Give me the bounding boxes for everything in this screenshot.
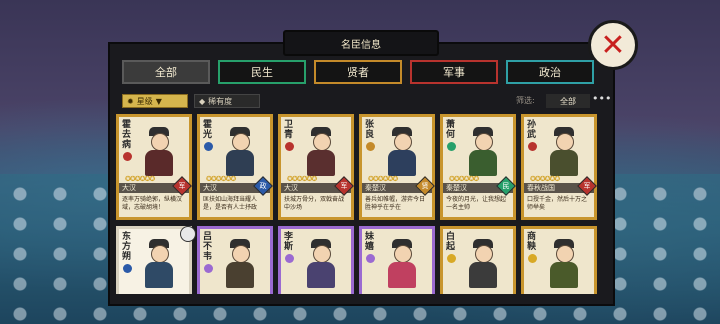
minister-card[interactable]: 霍去病 ✪✪✪✪✪✪ 大汉军逐率万骑绝郭，纵横汉域，志破胡境！ (116, 114, 192, 220)
grade-icon (528, 142, 537, 151)
filter-select[interactable]: 全部 (546, 94, 590, 108)
minister-quote: 扶城万骨分，双戟奋战中沙场 (284, 196, 345, 211)
grade-icon (528, 254, 537, 263)
minister-name: 萧何 (446, 120, 456, 140)
avatar-toggle-icon[interactable] (180, 226, 196, 242)
category-badge-label: 军 (583, 182, 591, 190)
minister-card[interactable]: 妹嬉 (359, 226, 435, 294)
category-badge-label: 军 (340, 182, 348, 190)
minister-portrait (299, 125, 343, 177)
minister-portrait (461, 125, 505, 177)
minister-name: 李斯 (284, 232, 294, 252)
filter-bar: ✹ 星级 ▼ ◆ 稀有度 筛选: 全部 ••• (116, 92, 611, 110)
minister-name: 东方朔 (122, 232, 132, 262)
minister-name: 霍光 (203, 120, 213, 140)
category-badge-label: 军 (178, 182, 186, 190)
minister-card[interactable]: 李斯 (278, 226, 354, 294)
minister-name: 卫青 (284, 120, 294, 140)
rarity-sort-button[interactable]: ◆ 稀有度 (194, 94, 260, 108)
grade-icon (204, 142, 213, 151)
star-rating: ✪✪✪✪✪✪ (368, 175, 398, 183)
tab-livelihood[interactable]: 民生 (218, 60, 306, 84)
sort-dropdown[interactable]: ✹ 星级 ▼ (122, 94, 188, 108)
minister-portrait (542, 125, 586, 177)
minister-quote: 善兵如帷幄，游弈今日胜神乎在乎在 (365, 196, 426, 211)
minister-quote: 匡扶如山海拜当耀人是，是否有人士抒政 (203, 196, 258, 211)
tab-all[interactable]: 全部 (122, 60, 210, 84)
tab-military[interactable]: 军事 (410, 60, 498, 84)
tab-politics[interactable]: 政治 (506, 60, 594, 84)
minister-card[interactable]: 孙武 ✪✪✪✪✪✪ 春秋战国军口授千金，然后十万之师举矣 (521, 114, 597, 220)
star-rating: ✪✪✪✪✪✪ (449, 175, 479, 183)
grade-icon (366, 254, 375, 263)
close-button[interactable]: ✕ (588, 20, 638, 70)
category-badge-label: 贤 (421, 182, 429, 190)
chevron-down-icon: ▼ (155, 96, 162, 106)
grade-icon (285, 142, 294, 151)
sort-label: 星级 (136, 96, 153, 106)
minister-card-grid: 霍去病 ✪✪✪✪✪✪ 大汉军逐率万骑绝郭，纵横汉域，志破胡境！ 霍光 ✪✪✪✪✪✪ 大汉政… (116, 114, 602, 294)
diamond-icon: ◆ (199, 96, 206, 106)
minister-portrait (380, 125, 424, 177)
star-rating: ✪✪✪✪✪✪ (125, 175, 155, 183)
minister-card[interactable]: 卫青 ✪✪✪✪✪✪ 大汉军扶城万骨分，双戟奋战中沙场 (278, 114, 354, 220)
minister-portrait (380, 237, 424, 289)
minister-card[interactable]: 吕不韦 (197, 226, 273, 294)
category-badge-label: 政 (259, 182, 267, 190)
minister-quote: 今夜的月光，让我想起一名主帅 (446, 196, 507, 211)
category-tabs: 全部 民生 贤者 军事 政治 (122, 60, 594, 84)
minister-portrait (299, 237, 343, 289)
minister-name: 妹嬉 (365, 232, 375, 252)
minister-portrait (461, 237, 505, 289)
panel-title: 名臣信息 (283, 30, 439, 56)
grade-icon (447, 142, 456, 151)
minister-portrait (218, 237, 262, 289)
minister-card[interactable]: 萧何 ✪✪✪✪✪✪ 秦楚汉民今夜的月光，让我想起一名主帅 (440, 114, 516, 220)
minister-card[interactable]: 张良 ✪✪✪✪✪✪ 秦楚汉贤善兵如帷幄，游弈今日胜神乎在乎在 (359, 114, 435, 220)
grade-icon (204, 264, 213, 273)
grade-icon (366, 142, 375, 151)
grade-icon (123, 152, 132, 161)
minister-name: 吕不韦 (203, 232, 213, 262)
grade-icon (285, 254, 294, 263)
minister-card[interactable]: 商鞅 (521, 226, 597, 294)
star-rating: ✪✪✪✪✪✪ (530, 175, 560, 183)
minister-portrait (542, 237, 586, 289)
minister-portrait (218, 125, 262, 177)
category-badge-label: 民 (502, 182, 510, 190)
more-options-icon[interactable]: ••• (592, 92, 611, 105)
minister-name: 张良 (365, 120, 375, 140)
tab-sage[interactable]: 贤者 (314, 60, 402, 84)
star-rating: ✪✪✪✪✪✪ (206, 175, 236, 183)
minister-name: 商鞅 (527, 232, 537, 252)
filter-label: 筛选: (516, 96, 535, 105)
minister-quote: 口授千金，然后十万之师举矣 (527, 196, 588, 211)
star-rating: ✪✪✪✪✪✪ (287, 175, 317, 183)
minister-quote: 逐率万骑绝郭，纵横汉域，志破胡境！ (122, 196, 183, 211)
close-icon: ✕ (600, 27, 626, 63)
minister-portrait (137, 125, 181, 177)
minister-name: 霍去病 (122, 120, 132, 150)
grade-icon (123, 264, 132, 273)
minister-portrait (137, 237, 181, 289)
minister-name: 孙武 (527, 120, 537, 140)
minister-card[interactable]: 白起 (440, 226, 516, 294)
star-icon: ✹ (127, 96, 134, 106)
minister-name: 白起 (446, 232, 456, 252)
grade-icon (447, 254, 456, 263)
rarity-label: 稀有度 (208, 96, 233, 106)
minister-card[interactable]: 霍光 ✪✪✪✪✪✪ 大汉政匡扶如山海拜当耀人是，是否有人士抒政 (197, 114, 273, 220)
